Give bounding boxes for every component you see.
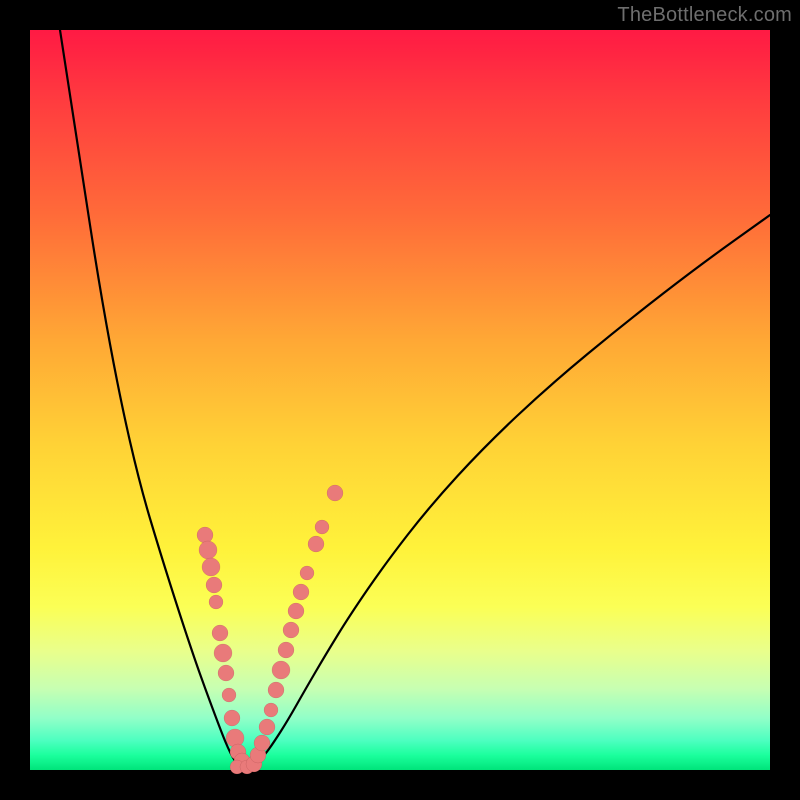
scatter-dot [199, 541, 217, 559]
scatter-dot [300, 566, 314, 580]
chart-svg [30, 30, 770, 770]
scatter-dot [308, 536, 324, 552]
scatter-dot [206, 577, 222, 593]
scatter-dot [254, 735, 270, 751]
watermark-text: TheBottleneck.com [617, 4, 792, 27]
chart-plot-area [30, 30, 770, 770]
scatter-dot [268, 682, 284, 698]
scatter-dot [272, 661, 290, 679]
scatter-dot [222, 688, 236, 702]
scatter-dot [212, 625, 228, 641]
scatter-dot [202, 558, 220, 576]
scatter-dot [278, 642, 294, 658]
scatter-dot [288, 603, 304, 619]
left-curve [60, 30, 238, 765]
scatter-dot [259, 719, 275, 735]
scatter-dot [214, 644, 232, 662]
scatter-dot [293, 584, 309, 600]
scatter-dot [209, 595, 223, 609]
scatter-dot [218, 665, 234, 681]
scatter-dot [226, 729, 244, 747]
scatter-dot [283, 622, 299, 638]
scatter-dot [327, 485, 343, 501]
scatter-dot [197, 527, 213, 543]
scatter-dot-group [197, 485, 343, 774]
scatter-dot [315, 520, 329, 534]
scatter-dot [224, 710, 240, 726]
scatter-dot [264, 703, 278, 717]
